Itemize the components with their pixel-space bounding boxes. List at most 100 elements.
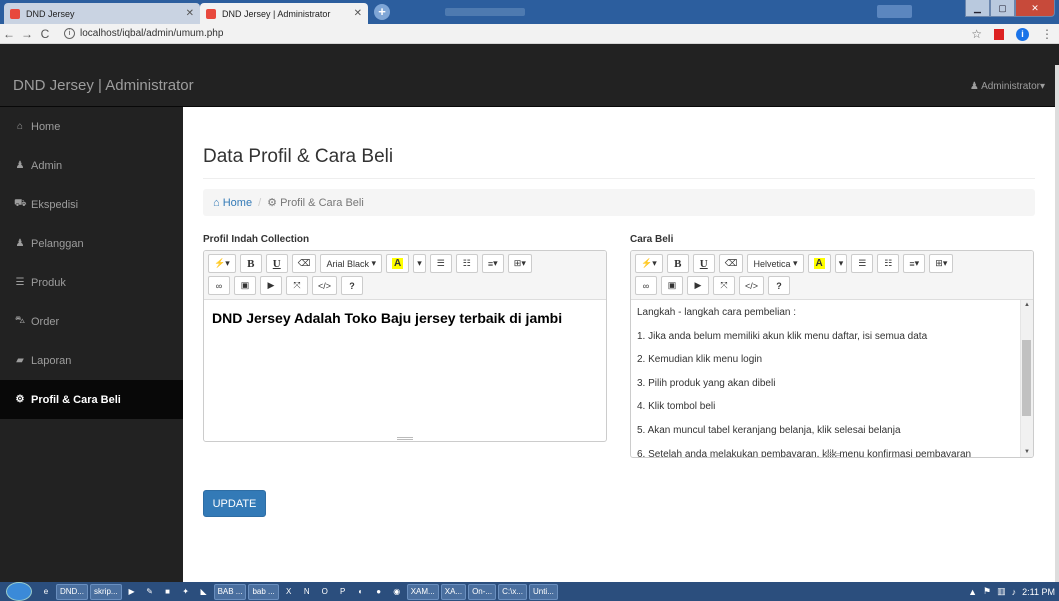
sidebar-item-profil-cara-beli[interactable]: ⚙ Profil & Cara Beli bbox=[0, 380, 183, 419]
reload-icon[interactable]: C bbox=[36, 27, 54, 41]
back-arrow-icon[interactable]: ← bbox=[0, 27, 18, 41]
color-dropdown-button[interactable]: ▾ bbox=[413, 254, 426, 273]
video-button[interactable]: ▶ bbox=[687, 276, 709, 295]
resize-handle[interactable] bbox=[397, 437, 413, 440]
app-icon[interactable]: ✎ bbox=[142, 584, 158, 600]
underline-button[interactable]: U bbox=[692, 254, 715, 273]
image-button[interactable]: ▣ bbox=[234, 276, 256, 295]
close-window-button[interactable]: ✕ bbox=[1015, 0, 1055, 17]
bookmark-star-icon[interactable]: ☆ bbox=[971, 27, 982, 41]
image-button[interactable]: ▣ bbox=[661, 276, 683, 295]
breadcrumb-home[interactable]: ⌂ Home bbox=[213, 197, 252, 209]
url-text[interactable]: localhost/iqbal/admin/umum.php bbox=[80, 28, 223, 39]
fullscreen-button[interactable]: ⤧ bbox=[286, 276, 308, 295]
url-field[interactable]: i localhost/iqbal/admin/umum.php bbox=[64, 28, 223, 39]
fullscreen-button[interactable]: ⤧ bbox=[713, 276, 735, 295]
taskbar-item[interactable]: XAM... bbox=[406, 583, 439, 600]
table-button[interactable]: ⊞ ▾ bbox=[929, 254, 954, 273]
magic-style-button[interactable]: ⚡ ▾ bbox=[208, 254, 236, 273]
powerpoint-icon[interactable]: P bbox=[335, 584, 351, 600]
onenote-icon[interactable]: N bbox=[299, 584, 315, 600]
sidebar-item-pelanggan[interactable]: ♟ Pelanggan bbox=[0, 224, 183, 263]
bold-button[interactable]: B bbox=[666, 254, 689, 273]
sidebar-item-produk[interactable]: ☰ Produk bbox=[0, 263, 183, 302]
minimize-button[interactable]: ▁ bbox=[965, 0, 990, 17]
editor-cara-beli-content[interactable]: Langkah - langkah cara pembelian : 1. Ji… bbox=[631, 300, 1033, 457]
flag-icon[interactable]: ⚑ bbox=[983, 586, 991, 597]
taskbar-item[interactable]: C:\x... bbox=[498, 583, 527, 600]
taskbar-item[interactable]: Unti... bbox=[528, 583, 558, 600]
eraser-button[interactable]: ⌫ bbox=[291, 254, 317, 273]
network-icon[interactable]: ▥ bbox=[997, 586, 1006, 597]
editor-profil-content[interactable]: DND Jersey Adalah Toko Baju jersey terba… bbox=[204, 300, 606, 441]
info-icon[interactable]: i bbox=[64, 28, 75, 39]
bold-button[interactable]: B bbox=[239, 254, 262, 273]
sidebar-item-laporan[interactable]: ▰ Laporan bbox=[0, 341, 183, 380]
close-icon[interactable]: ✕ bbox=[354, 8, 362, 19]
app-icon[interactable]: ◉ bbox=[389, 584, 405, 600]
taskbar-item[interactable]: XA... bbox=[440, 583, 467, 600]
paragraph-align-button[interactable]: ≡ ▾ bbox=[903, 254, 926, 273]
start-button[interactable] bbox=[6, 582, 32, 601]
scroll-up-arrow-icon[interactable]: ▲ bbox=[1024, 302, 1030, 308]
taskbar-item[interactable]: bab ... bbox=[248, 583, 279, 600]
ordered-list-button[interactable]: ☷ bbox=[877, 254, 900, 273]
help-button[interactable]: ? bbox=[341, 276, 364, 295]
table-button[interactable]: ⊞ ▾ bbox=[507, 254, 532, 273]
clock[interactable]: 2:11 PM bbox=[1022, 587, 1055, 597]
sidebar-item-ekspedisi[interactable]: ⛟ Ekspedisi bbox=[0, 185, 183, 224]
magic-style-button[interactable]: ⚡ ▾ bbox=[635, 254, 663, 273]
taskbar-item[interactable]: skrip... bbox=[90, 583, 122, 600]
app-icon[interactable]: ■ bbox=[160, 584, 176, 600]
sidebar-item-home[interactable]: ⌂ Home bbox=[0, 107, 183, 146]
code-view-button[interactable]: </> bbox=[739, 276, 765, 295]
video-button[interactable]: ▶ bbox=[260, 276, 282, 295]
taskbar-item[interactable]: DND... bbox=[56, 583, 88, 600]
update-button[interactable]: UPDATE bbox=[203, 490, 266, 517]
forward-arrow-icon[interactable]: → bbox=[18, 27, 36, 41]
brand-title[interactable]: DND Jersey | Administrator bbox=[13, 77, 194, 94]
taskbar-item[interactable]: On-... bbox=[468, 583, 497, 600]
font-family-dropdown[interactable]: Arial Black ▾ bbox=[320, 254, 383, 273]
user-dropdown[interactable]: ♟ Administrator▾ bbox=[970, 81, 1045, 92]
scroll-down-arrow-icon[interactable]: ▼ bbox=[1024, 449, 1030, 455]
editor-scrollbar[interactable]: ▲ ▼ bbox=[1020, 300, 1033, 457]
firefox-icon[interactable]: ● bbox=[371, 584, 387, 600]
volume-icon[interactable]: ♪ bbox=[1012, 587, 1017, 597]
taskbar-item[interactable]: BAB ... bbox=[213, 583, 247, 600]
scrollbar-thumb[interactable] bbox=[1022, 340, 1031, 416]
outlook-icon[interactable]: O bbox=[317, 584, 333, 600]
unordered-list-button[interactable]: ☰ bbox=[851, 254, 874, 273]
color-dropdown-button[interactable]: ▾ bbox=[834, 254, 848, 273]
paragraph-align-button[interactable]: ≡ ▾ bbox=[481, 254, 504, 273]
browser-tab-administrator[interactable]: DND Jersey | Administrator ✕ bbox=[200, 3, 368, 24]
excel-icon[interactable]: X bbox=[281, 584, 297, 600]
app-icon[interactable]: ◐ bbox=[353, 584, 369, 600]
ie-icon[interactable]: e bbox=[38, 584, 54, 600]
ordered-list-button[interactable]: ☷ bbox=[455, 254, 478, 273]
unordered-list-button[interactable]: ☰ bbox=[429, 254, 452, 273]
browser-tab-dnd-jersey[interactable]: DND Jersey ✕ bbox=[4, 3, 200, 24]
help-button[interactable]: ? bbox=[768, 276, 791, 295]
link-button[interactable]: ∞ bbox=[635, 276, 657, 295]
sidebar-item-order[interactable]: ⛍ Order bbox=[0, 302, 183, 341]
link-button[interactable]: ∞ bbox=[208, 276, 230, 295]
menu-icon[interactable]: ⋮ bbox=[1041, 27, 1053, 41]
new-tab-button[interactable]: + bbox=[374, 4, 390, 20]
code-view-button[interactable]: </> bbox=[312, 276, 338, 295]
app-icon[interactable]: ✦ bbox=[178, 584, 194, 600]
font-family-dropdown[interactable]: Helvetica ▾ bbox=[747, 254, 804, 273]
underline-button[interactable]: U bbox=[265, 254, 288, 273]
extension-info-icon[interactable]: i bbox=[1016, 27, 1029, 41]
tray-expand-icon[interactable]: ▲ bbox=[968, 587, 977, 597]
close-icon[interactable]: ✕ bbox=[186, 8, 194, 19]
page-scrollbar[interactable] bbox=[1055, 65, 1059, 582]
resize-handle[interactable] bbox=[824, 453, 840, 456]
extension-icon[interactable] bbox=[994, 28, 1004, 40]
app-icon[interactable]: ▶ bbox=[124, 584, 140, 600]
highlight-button[interactable]: A bbox=[386, 254, 410, 273]
sidebar-item-admin[interactable]: ♟ Admin bbox=[0, 146, 183, 185]
maximize-button[interactable]: ▢ bbox=[990, 0, 1015, 17]
app-icon[interactable]: ◣ bbox=[196, 584, 212, 600]
highlight-button[interactable]: A bbox=[807, 254, 831, 273]
